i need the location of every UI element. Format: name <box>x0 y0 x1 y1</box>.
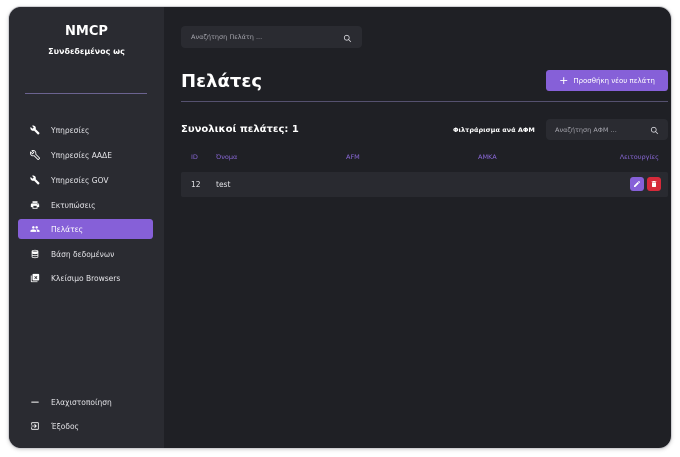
column-header-id: ID <box>191 153 198 161</box>
brand-title: NMCP <box>65 24 108 39</box>
afm-search-box <box>546 119 668 140</box>
sidebar-item-label: Έξοδος <box>51 421 79 431</box>
cell-id: 12 <box>191 180 201 189</box>
customer-search-input[interactable] <box>191 33 343 41</box>
search-icon[interactable] <box>343 28 352 47</box>
close-windows-icon <box>30 273 40 283</box>
sidebar-item-services-gov[interactable]: Υπηρεσίες GOV <box>18 170 153 190</box>
sidebar: NMCP Συνδεδεμένος ως Υπηρεσίες Υπηρεσίες… <box>9 7 164 448</box>
pencil-icon <box>634 181 640 187</box>
trash-icon <box>651 181 657 187</box>
table-header: ID Όνομα AFM AMKA Λειτουργίες <box>181 150 668 166</box>
customers-table: ID Όνομα AFM AMKA Λειτουργίες 12 test <box>181 150 668 197</box>
add-customer-button[interactable]: + Προσθήκη νέου πελάτη <box>546 70 668 91</box>
printer-icon <box>30 200 40 210</box>
logged-in-label: Συνδεδεμένος ως <box>48 47 125 56</box>
edit-button[interactable] <box>630 177 644 191</box>
sidebar-item-database[interactable]: Βάση δεδομένων <box>18 244 153 264</box>
sidebar-item-logout[interactable]: Έξοδος <box>18 416 153 436</box>
page-title: Πελάτες <box>181 71 263 92</box>
filter-label: Φιλτράρισμα ανά ΑΦΜ <box>453 126 535 134</box>
sidebar-item-services[interactable]: Υπηρεσίες <box>18 120 153 140</box>
total-customers: Συνολικοί πελάτες: 1 <box>181 124 299 135</box>
sidebar-item-customers[interactable]: Πελάτες <box>18 219 153 239</box>
sidebar-item-label: Πελάτες <box>51 224 84 234</box>
tools-icon <box>30 150 40 160</box>
sidebar-item-minimize[interactable]: Ελαχιστοποίηση <box>18 392 153 412</box>
sidebar-item-label: Κλείσιμο Browsers <box>51 273 121 283</box>
wrench-icon <box>30 125 40 135</box>
sidebar-item-label: Υπηρεσίες GOV <box>51 175 109 185</box>
afm-search-input[interactable] <box>555 125 650 134</box>
title-divider <box>181 101 668 102</box>
search-icon[interactable] <box>650 120 659 139</box>
main-content: Πελάτες + Προσθήκη νέου πελάτη Συνολικοί… <box>164 7 671 448</box>
users-icon <box>30 224 40 234</box>
cell-name: test <box>216 180 231 189</box>
sidebar-item-label: Ελαχιστοποίηση <box>51 397 112 407</box>
sidebar-item-label: Εκτυπώσεις <box>51 200 96 210</box>
sidebar-item-label: Βάση δεδομένων <box>51 249 115 259</box>
sidebar-item-services-aade[interactable]: Υπηρεσίες ΑΑΔΕ <box>18 145 153 165</box>
delete-button[interactable] <box>647 177 661 191</box>
column-header-amka: AMKA <box>478 153 497 161</box>
sidebar-divider <box>25 93 147 94</box>
table-row[interactable]: 12 test <box>181 172 668 197</box>
column-header-name: Όνομα <box>216 153 238 161</box>
wrench-icon <box>30 175 40 185</box>
customer-search-box <box>181 26 362 48</box>
sidebar-item-prints[interactable]: Εκτυπώσεις <box>18 195 153 215</box>
plus-icon: + <box>559 74 569 87</box>
sidebar-item-close-browsers[interactable]: Κλείσιμο Browsers <box>18 268 153 288</box>
column-header-actions: Λειτουργίες <box>619 153 659 161</box>
logout-icon <box>30 421 40 431</box>
column-header-afm: AFM <box>346 153 360 161</box>
app-window: NMCP Συνδεδεμένος ως Υπηρεσίες Υπηρεσίες… <box>9 7 671 448</box>
add-customer-label: Προσθήκη νέου πελάτη <box>573 76 655 85</box>
database-icon <box>30 249 40 259</box>
minimize-icon <box>30 397 40 407</box>
sidebar-item-label: Υπηρεσίες ΑΑΔΕ <box>51 150 112 160</box>
sidebar-item-label: Υπηρεσίες <box>51 125 90 135</box>
row-actions <box>630 177 661 191</box>
